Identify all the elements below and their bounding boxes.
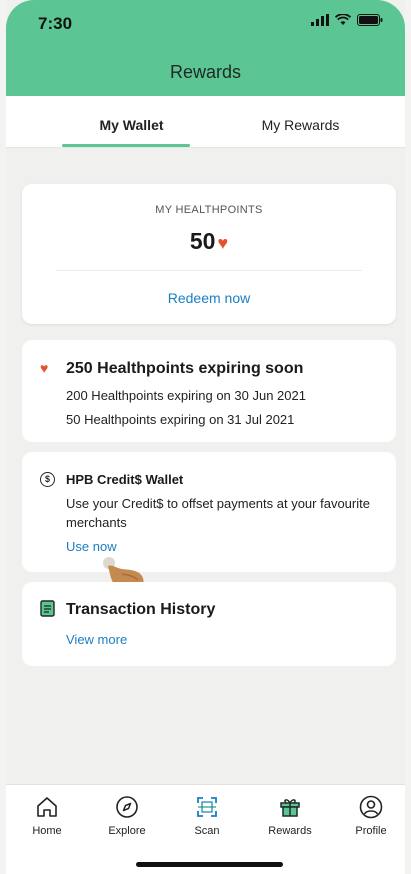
nav-scan[interactable]: Scan	[172, 795, 242, 837]
expiring-card: ♥ 250 Healthpoints expiring soon 200 Hea…	[22, 340, 396, 442]
active-tab-indicator	[62, 144, 190, 147]
profile-icon	[359, 795, 383, 819]
receipt-icon	[40, 600, 55, 617]
wifi-icon	[335, 14, 351, 25]
gift-icon	[280, 799, 300, 817]
home-icon	[37, 797, 57, 817]
credit-wallet-description: Use your Credit$ to offset payments at y…	[66, 496, 370, 530]
healthpoints-value: 50	[189, 228, 216, 254]
heart-icon: ♥	[40, 360, 49, 376]
tab-bar: My Wallet My Rewards	[6, 96, 405, 148]
app-header: 7:30 Rewards	[6, 0, 405, 96]
healthpoints-label: MY HEALTHPOINTS	[155, 204, 263, 216]
healthpoints-value-row: 50 ♥	[22, 228, 396, 255]
page-title: Rewards	[169, 62, 242, 82]
healthpoints-card: MY HEALTHPOINTS 50 ♥ Redeem now	[22, 184, 396, 324]
heart-icon: ♥	[217, 233, 229, 253]
nav-explore[interactable]: Explore	[92, 795, 162, 837]
credit-wallet-title: HPB Credit$ Wallet	[66, 472, 184, 487]
dollar-coin-icon: $	[40, 472, 55, 487]
scan-icon	[197, 797, 217, 817]
divider	[56, 270, 362, 271]
transaction-history-title: Transaction History	[66, 601, 216, 618]
nav-profile-label: Profile	[355, 825, 387, 837]
battery-icon	[357, 14, 383, 26]
transaction-history-card: Transaction History View more	[22, 582, 396, 666]
tab-my-rewards[interactable]: My Rewards	[201, 96, 400, 148]
expiring-title: 250 Healthpoints expiring soon	[66, 360, 304, 377]
status-icons	[311, 14, 383, 26]
expiring-line: 50 Healthpoints expiring on 31 Jul 2021	[66, 412, 295, 427]
expiring-line: 200 Healthpoints expiring on 30 Jun 2021	[66, 388, 306, 403]
compass-icon	[116, 796, 138, 818]
nav-explore-label: Explore	[108, 825, 146, 837]
signal-icon	[311, 14, 329, 26]
use-now-link[interactable]: Use now	[66, 539, 117, 554]
nav-rewards-label: Rewards	[268, 825, 312, 837]
nav-rewards[interactable]: Rewards	[255, 795, 325, 837]
home-indicator	[136, 862, 283, 867]
nav-scan-label: Scan	[194, 825, 220, 837]
redeem-now-link[interactable]: Redeem now	[22, 290, 396, 306]
credit-wallet-card: $ HPB Credit$ Wallet Use your Credit$ to…	[22, 452, 396, 572]
nav-home-label: Home	[32, 825, 62, 837]
nav-home[interactable]: Home	[12, 795, 82, 837]
status-time: 7:30	[38, 14, 73, 33]
phone-screen: 7:30 Rewards My Wallet My Rewards MY HEA…	[6, 0, 405, 874]
view-more-link[interactable]: View more	[66, 632, 127, 647]
bottom-nav: Home Explore Scan Rewards Profile	[6, 784, 405, 874]
nav-profile[interactable]: Profile	[336, 795, 405, 837]
